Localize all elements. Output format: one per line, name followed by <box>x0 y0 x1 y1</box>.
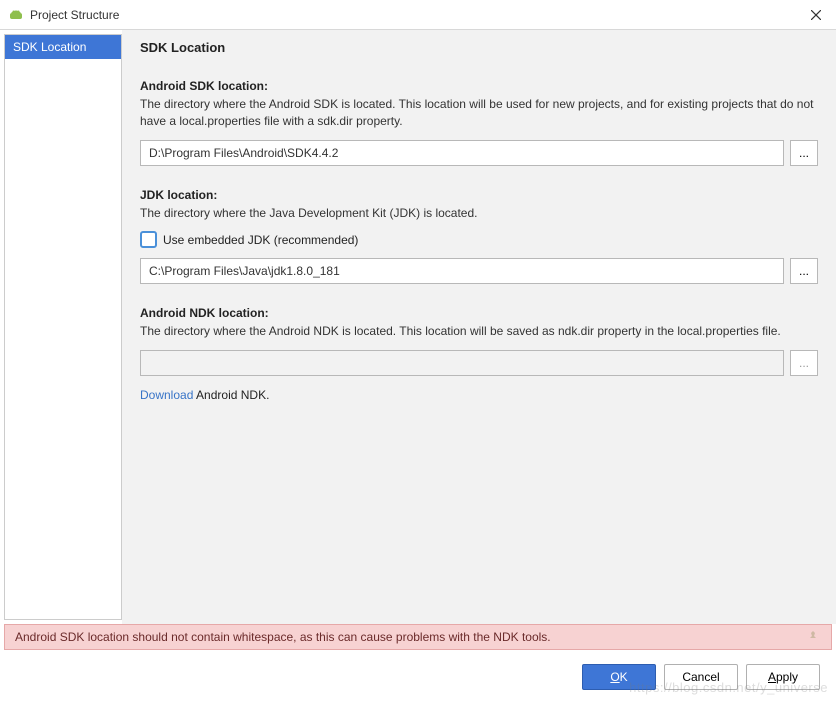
ndk-desc: The directory where the Android NDK is l… <box>140 323 818 340</box>
checkbox-label: Use embedded JDK (recommended) <box>163 233 358 247</box>
sidebar-item-sdk-location[interactable]: SDK Location <box>5 35 121 59</box>
warning-text: Android SDK location should not contain … <box>15 630 551 644</box>
sdk-section: Android SDK location: The directory wher… <box>140 79 818 166</box>
jdk-label: JDK location: <box>140 188 818 202</box>
ndk-label: Android NDK location: <box>140 306 818 320</box>
jdk-path-input[interactable] <box>140 258 784 284</box>
sdk-browse-button[interactable]: ... <box>790 140 818 166</box>
android-icon <box>8 7 24 23</box>
ndk-browse-button: ... <box>790 350 818 376</box>
titlebar: Project Structure <box>0 0 836 30</box>
jdk-input-row: ... <box>140 258 818 284</box>
main-panel: SDK Location Android SDK location: The d… <box>122 30 836 624</box>
jdk-embedded-checkbox[interactable]: Use embedded JDK (recommended) <box>140 231 818 248</box>
apply-suffix: pply <box>776 670 798 684</box>
sidebar: SDK Location <box>4 34 122 620</box>
ndk-path-input[interactable] <box>140 350 784 376</box>
sdk-label: Android SDK location: <box>140 79 818 93</box>
sdk-input-row: ... <box>140 140 818 166</box>
close-button[interactable] <box>804 3 828 27</box>
ndk-section: Android NDK location: The directory wher… <box>140 306 818 402</box>
warning-bar: Android SDK location should not contain … <box>4 624 832 650</box>
button-bar: OK Cancel Apply <box>0 650 836 704</box>
sdk-path-input[interactable] <box>140 140 784 166</box>
cancel-button[interactable]: Cancel <box>664 664 738 690</box>
ndk-download-link[interactable]: Download <box>140 388 193 402</box>
sidebar-item-label: SDK Location <box>13 40 86 54</box>
pin-icon[interactable] <box>807 630 821 644</box>
sdk-desc: The directory where the Android SDK is l… <box>140 96 818 130</box>
checkbox-box-icon <box>140 231 157 248</box>
ndk-input-row: ... <box>140 350 818 376</box>
ok-suffix: K <box>620 670 628 684</box>
window-title: Project Structure <box>30 8 804 22</box>
apply-button[interactable]: Apply <box>746 664 820 690</box>
jdk-desc: The directory where the Java Development… <box>140 205 818 222</box>
ndk-download-suffix: Android NDK. <box>193 388 269 402</box>
jdk-section: JDK location: The directory where the Ja… <box>140 188 818 285</box>
body-area: SDK Location SDK Location Android SDK lo… <box>0 30 836 624</box>
jdk-browse-button[interactable]: ... <box>790 258 818 284</box>
ok-button[interactable]: OK <box>582 664 656 690</box>
ndk-download-row: Download Android NDK. <box>140 388 818 402</box>
page-title: SDK Location <box>140 40 818 55</box>
